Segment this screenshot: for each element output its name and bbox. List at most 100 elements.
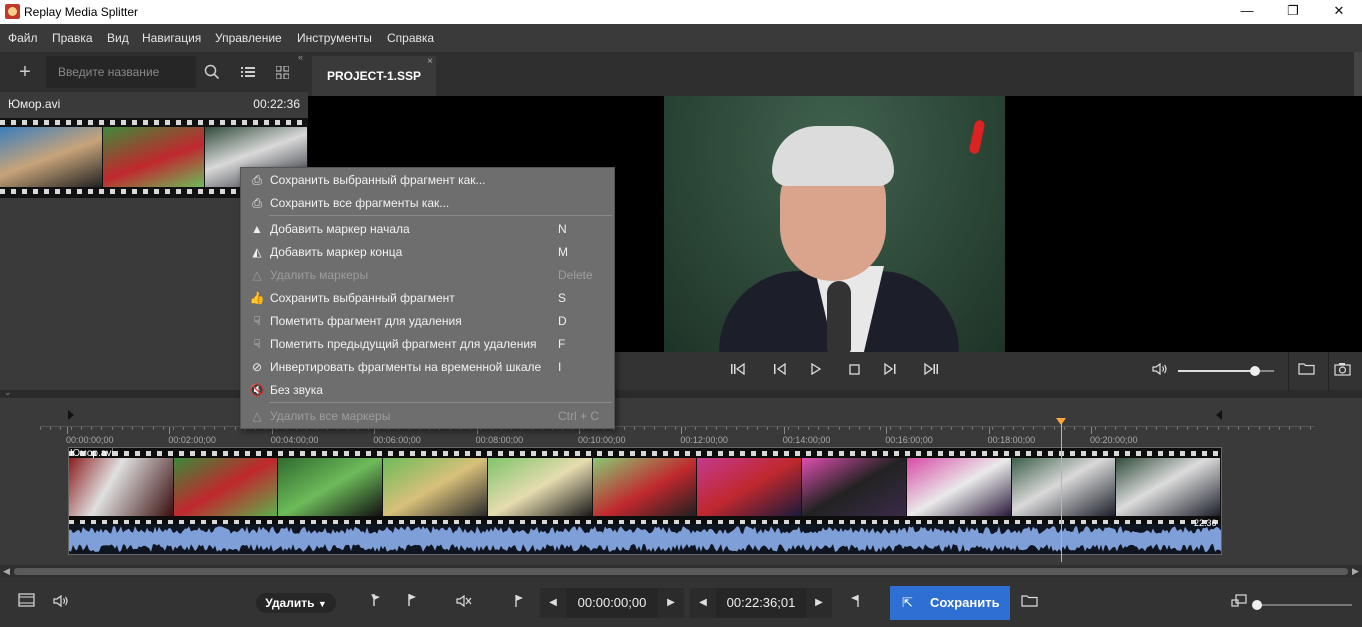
timeline[interactable]: 00:00:00;00 00:02:00;00 00:04:00;00 00:06:0… bbox=[0, 398, 1362, 578]
ruler-minor-tick bbox=[695, 427, 697, 430]
start-time-box: ◀ 00:00:00;00 ▶ bbox=[540, 588, 684, 618]
close-button[interactable]: ✕ bbox=[1316, 0, 1362, 24]
ruler-minor-tick bbox=[1197, 427, 1199, 430]
menu-file[interactable]: Файл bbox=[8, 31, 38, 45]
ruler-minor-tick bbox=[705, 427, 707, 430]
output-folder-button[interactable] bbox=[1018, 592, 1040, 614]
context-menu-item[interactable]: 👍 Сохранить выбранный фрагмент S bbox=[241, 287, 614, 309]
save-arrow-icon: ⇱ bbox=[902, 595, 913, 610]
context-menu-item[interactable]: ⎙ Сохранить выбранный фрагмент как... bbox=[241, 169, 614, 191]
thumbs-down-icon: ☟ bbox=[253, 314, 261, 328]
play-button[interactable] bbox=[806, 362, 826, 380]
start-time-prev-button[interactable]: ◀ bbox=[540, 588, 566, 618]
context-menu-item[interactable]: ⎙ Сохранить все фрагменты как... bbox=[241, 192, 614, 214]
context-menu-item[interactable]: ◭ Добавить маркер конца M bbox=[241, 241, 614, 263]
list-view-button[interactable] bbox=[234, 58, 262, 86]
search-button[interactable] bbox=[198, 58, 226, 86]
save-all-icon: ⎙ bbox=[252, 196, 262, 210]
volume-slider-knob[interactable] bbox=[1249, 366, 1260, 376]
zoom-fit-button[interactable] bbox=[1228, 592, 1250, 614]
menu-navigation[interactable]: Навигация bbox=[142, 31, 201, 45]
scroll-right-icon[interactable]: ▶ bbox=[1349, 565, 1362, 578]
title-bar: Replay Media Splitter — ❐ ✕ bbox=[0, 0, 1362, 24]
start-marker-icon[interactable] bbox=[68, 410, 74, 420]
start-time-next-button[interactable]: ▶ bbox=[658, 588, 684, 618]
menu-view[interactable]: Вид bbox=[107, 31, 129, 45]
grid-view-button[interactable] bbox=[268, 58, 296, 86]
go-start-marker-button[interactable] bbox=[508, 592, 530, 614]
ruler-minor-tick bbox=[736, 427, 738, 430]
ruler-minor-tick bbox=[951, 427, 953, 430]
context-menu-item[interactable]: ☟ Пометить фрагмент для удаления D bbox=[241, 310, 614, 332]
stop-button[interactable] bbox=[844, 362, 864, 380]
snapshot-button[interactable] bbox=[1332, 362, 1352, 380]
timeline-scrollbar[interactable]: ◀ ▶ bbox=[0, 565, 1362, 578]
playhead[interactable] bbox=[1061, 420, 1062, 562]
open-output-folder-button[interactable] bbox=[1296, 362, 1316, 380]
end-marker-icon[interactable] bbox=[1216, 410, 1222, 420]
ruler-tick-label: 00:18:00;00 bbox=[987, 435, 1036, 445]
ruler-minor-tick bbox=[787, 427, 789, 430]
context-menu-shortcut: N bbox=[558, 222, 567, 236]
context-menu-item[interactable]: ☟ Пометить предыдущий фрагмент для удален… bbox=[241, 333, 614, 355]
panel-splitter[interactable]: ⌄ bbox=[0, 387, 1362, 398]
tab-project[interactable]: PROJECT-1.SSP × bbox=[312, 56, 436, 96]
context-menu-shortcut: F bbox=[558, 337, 566, 351]
chevron-down-icon: ▼ bbox=[317, 599, 327, 609]
context-menu-item[interactable]: ▲ Добавить маркер начала N bbox=[241, 218, 614, 240]
minimize-button[interactable]: — bbox=[1224, 0, 1270, 24]
end-time-next-button[interactable]: ▶ bbox=[806, 588, 832, 618]
add-end-marker-button[interactable] bbox=[400, 592, 422, 614]
ruler-minor-tick bbox=[848, 427, 850, 430]
go-end-marker-button[interactable] bbox=[844, 592, 866, 614]
start-time-field[interactable]: 00:00:00;00 bbox=[568, 588, 656, 618]
ruler-minor-tick bbox=[869, 427, 871, 430]
ruler-minor-tick bbox=[224, 427, 226, 430]
context-menu-item-label: Добавить маркер конца bbox=[270, 245, 403, 259]
maximize-button[interactable]: ❐ bbox=[1270, 0, 1316, 24]
ruler-minor-tick bbox=[767, 427, 769, 430]
ruler-minor-tick bbox=[879, 427, 881, 430]
collapse-panel-icon[interactable]: « bbox=[298, 52, 303, 62]
timeline-zoom-slider[interactable] bbox=[1252, 600, 1352, 610]
scrollbar-thumb[interactable] bbox=[14, 568, 1348, 575]
ruler-minor-tick bbox=[1309, 427, 1311, 430]
delete-mode-dropdown[interactable]: Удалить ▼ bbox=[256, 593, 336, 613]
prev-frame-button[interactable] bbox=[770, 362, 790, 380]
filmstrip-icon bbox=[17, 593, 35, 607]
context-menu-item[interactable]: ⊘ Инвертировать фрагменты на временной шк… bbox=[241, 356, 614, 378]
end-time-prev-button[interactable]: ◀ bbox=[690, 588, 716, 618]
timeline-ruler[interactable]: 00:00:00;00 00:02:00;00 00:04:00;00 00:06:0… bbox=[40, 426, 1315, 446]
next-frame-button[interactable] bbox=[880, 362, 900, 380]
menu-control[interactable]: Управление bbox=[215, 31, 282, 45]
context-menu-separator bbox=[269, 402, 612, 403]
menu-tools[interactable]: Инструменты bbox=[297, 31, 372, 45]
ruler-minor-tick bbox=[50, 427, 52, 430]
search-input[interactable] bbox=[46, 56, 196, 88]
scroll-left-icon[interactable]: ◀ bbox=[0, 565, 13, 578]
zoom-slider-knob[interactable] bbox=[1252, 600, 1262, 610]
volume-slider[interactable] bbox=[1178, 366, 1274, 376]
context-menu-item[interactable]: 🔇 Без звука bbox=[241, 379, 614, 401]
marker-end-icon: ◭ bbox=[252, 245, 262, 259]
ruler-minor-tick bbox=[173, 427, 175, 430]
ruler-minor-tick bbox=[889, 427, 891, 430]
end-time-field[interactable]: 00:22:36;01 bbox=[718, 588, 804, 618]
ruler-minor-tick bbox=[1279, 427, 1281, 430]
prev-fragment-button[interactable] bbox=[728, 362, 748, 380]
ruler-minor-tick bbox=[234, 427, 236, 430]
volume-button[interactable] bbox=[1150, 362, 1170, 380]
save-button[interactable]: ⇱ Сохранить bbox=[890, 586, 1010, 620]
frames-toggle-button[interactable] bbox=[15, 592, 37, 614]
add-start-marker-button[interactable] bbox=[364, 592, 386, 614]
menu-edit[interactable]: Правка bbox=[52, 31, 93, 45]
ruler-minor-tick bbox=[214, 427, 216, 430]
waveform-toggle-button[interactable] bbox=[50, 592, 72, 614]
end-time-box: ◀ 00:22:36;01 ▶ bbox=[690, 588, 832, 618]
timeline-track[interactable] bbox=[68, 447, 1222, 555]
add-file-button[interactable]: + bbox=[11, 58, 39, 86]
next-fragment-button[interactable] bbox=[921, 362, 941, 380]
panel-scrollbar[interactable] bbox=[1354, 52, 1362, 96]
tab-close-icon[interactable]: × bbox=[427, 42, 433, 82]
mute-fragment-button[interactable] bbox=[453, 592, 475, 614]
